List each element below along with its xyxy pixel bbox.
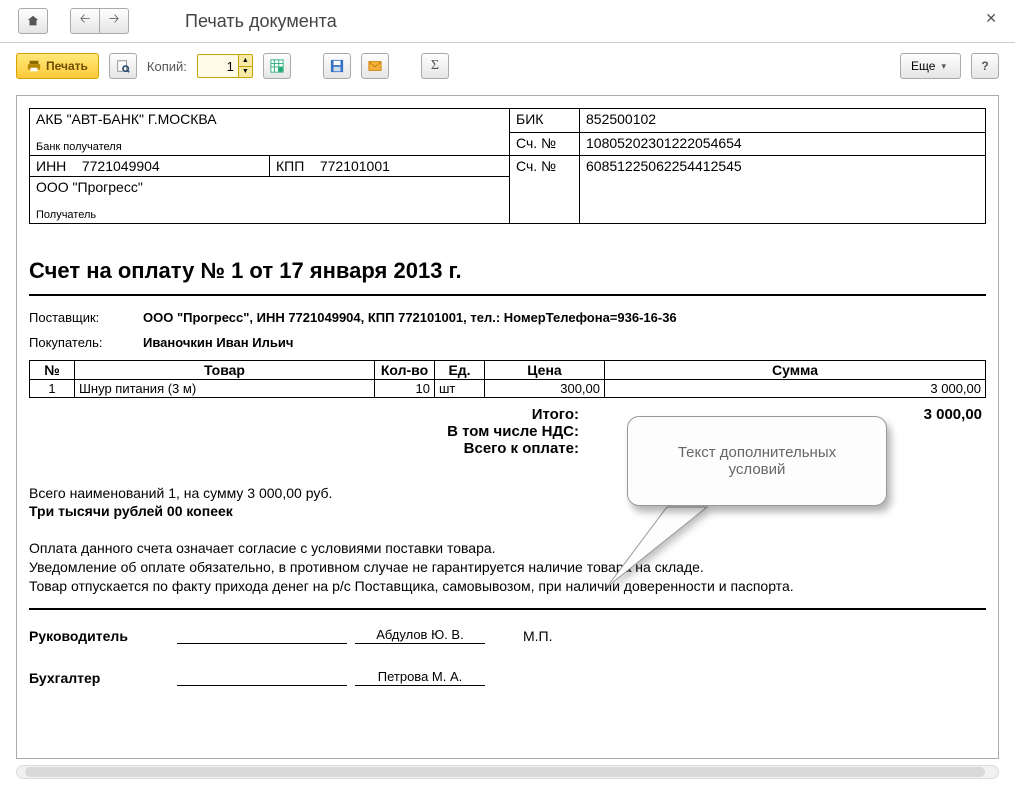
buyer-label: Покупатель:: [29, 335, 133, 350]
inn-label: ИНН: [36, 158, 66, 174]
col-sum: Сумма: [605, 361, 986, 380]
annotation-callout: Текст дополнительных условий: [627, 416, 887, 506]
printer-icon: [27, 59, 41, 73]
cell-sum: 3 000,00: [605, 380, 986, 398]
close-button[interactable]: ✕: [985, 10, 997, 27]
invoice-title: Счет на оплату № 1 от 17 января 2013 г.: [29, 258, 986, 284]
col-qty: Кол-во: [375, 361, 435, 380]
spinner-up[interactable]: ▲: [239, 55, 252, 67]
callout-text: Текст дополнительных условий: [648, 444, 866, 478]
bik-value: 852500102: [580, 109, 986, 133]
bank-sublabel: Банк получателя: [36, 141, 503, 153]
horizontal-scrollbar[interactable]: [16, 765, 999, 779]
sigma-icon: Σ: [431, 58, 439, 74]
sum-button[interactable]: Σ: [421, 53, 449, 79]
preview-icon: [116, 59, 130, 73]
cell-qty: 10: [375, 380, 435, 398]
total-label: Всего к оплате:: [29, 440, 579, 457]
settings-button[interactable]: [263, 53, 291, 79]
recip-acct-label: Сч. №: [510, 156, 580, 224]
home-button[interactable]: [18, 8, 48, 34]
kpp-value: 772101001: [320, 158, 390, 174]
corr-acct-value: 10805202301222054654: [580, 132, 986, 156]
back-button[interactable]: 🡠: [70, 8, 100, 34]
help-button[interactable]: ?: [971, 53, 999, 79]
bik-label: БИК: [510, 109, 580, 133]
cond-line-1: Оплата данного счета означает согласие с…: [29, 539, 986, 558]
supplier-value: ООО "Прогресс", ИНН 7721049904, КПП 7721…: [143, 310, 677, 325]
accountant-label: Бухгалтер: [29, 670, 169, 686]
bank-name: АКБ "АВТ-БАНК" Г.МОСКВА: [36, 111, 503, 127]
nds-label: В том числе НДС:: [29, 423, 579, 440]
bank-details-table: АКБ "АВТ-БАНК" Г.МОСКВА Банк получателя …: [29, 108, 986, 224]
director-name: Абдулов Ю. В.: [355, 627, 485, 644]
payee-sublabel: Получатель: [36, 209, 503, 221]
supplier-label: Поставщик:: [29, 310, 133, 325]
more-button[interactable]: Еще: [900, 53, 961, 79]
cond-line-3: Товар отпускается по факту прихода денег…: [29, 577, 986, 596]
toolbar: Печать Копий: ▲ ▼ Σ Еще ?: [0, 43, 1015, 89]
mp-label: М.П.: [523, 628, 553, 644]
payee-name: ООО "Прогресс": [36, 179, 503, 195]
col-unit: Ед.: [435, 361, 485, 380]
envelope-icon: [368, 59, 382, 73]
document-area: АКБ "АВТ-БАНК" Г.МОСКВА Банк получателя …: [16, 95, 999, 759]
cell-name: Шнур питания (3 м): [75, 380, 375, 398]
forward-button[interactable]: 🡢: [99, 8, 129, 34]
save-button[interactable]: [323, 53, 351, 79]
copies-input[interactable]: [198, 55, 238, 77]
preview-button[interactable]: [109, 53, 137, 79]
copies-spinner[interactable]: ▲ ▼: [197, 54, 253, 78]
help-label: ?: [981, 59, 988, 73]
divider-top: [29, 294, 986, 296]
home-icon: [26, 14, 40, 28]
recip-acct-value: 60851225062254412545: [580, 156, 986, 224]
signatures: Руководитель Абдулов Ю. В. М.П. Бухгалте…: [29, 608, 986, 686]
director-label: Руководитель: [29, 628, 169, 644]
inn-value: 7721049904: [82, 158, 160, 174]
accountant-name: Петрова М. А.: [355, 669, 485, 686]
kpp-label: КПП: [276, 158, 304, 174]
buyer-value: Иваночкин Иван Ильич: [143, 335, 293, 350]
more-label: Еще: [911, 59, 935, 73]
col-price: Цена: [485, 361, 605, 380]
print-label: Печать: [46, 59, 88, 73]
scrollbar-thumb[interactable]: [25, 767, 985, 777]
cell-price: 300,00: [485, 380, 605, 398]
items-table: № Товар Кол-во Ед. Цена Сумма 1 Шнур пит…: [29, 360, 986, 398]
cond-line-2: Уведомление об оплате обязательно, в про…: [29, 558, 986, 577]
print-button[interactable]: Печать: [16, 53, 99, 79]
copies-label: Копий:: [147, 59, 187, 74]
topbar: 🡠 🡢 Печать документа ✕: [0, 0, 1015, 43]
corr-acct-label: Сч. №: [510, 132, 580, 156]
cell-num: 1: [30, 380, 75, 398]
spinner-down[interactable]: ▼: [239, 67, 252, 78]
itogo-label: Итого:: [29, 406, 579, 423]
cell-unit: шт: [435, 380, 485, 398]
table-settings-icon: [270, 59, 284, 73]
page-title: Печать документа: [185, 11, 337, 32]
table-row: 1 Шнур питания (3 м) 10 шт 300,00 3 000,…: [30, 380, 986, 398]
conditions: Оплата данного счета означает согласие с…: [29, 539, 986, 596]
col-num: №: [30, 361, 75, 380]
floppy-icon: [330, 59, 344, 73]
col-name: Товар: [75, 361, 375, 380]
email-button[interactable]: [361, 53, 389, 79]
